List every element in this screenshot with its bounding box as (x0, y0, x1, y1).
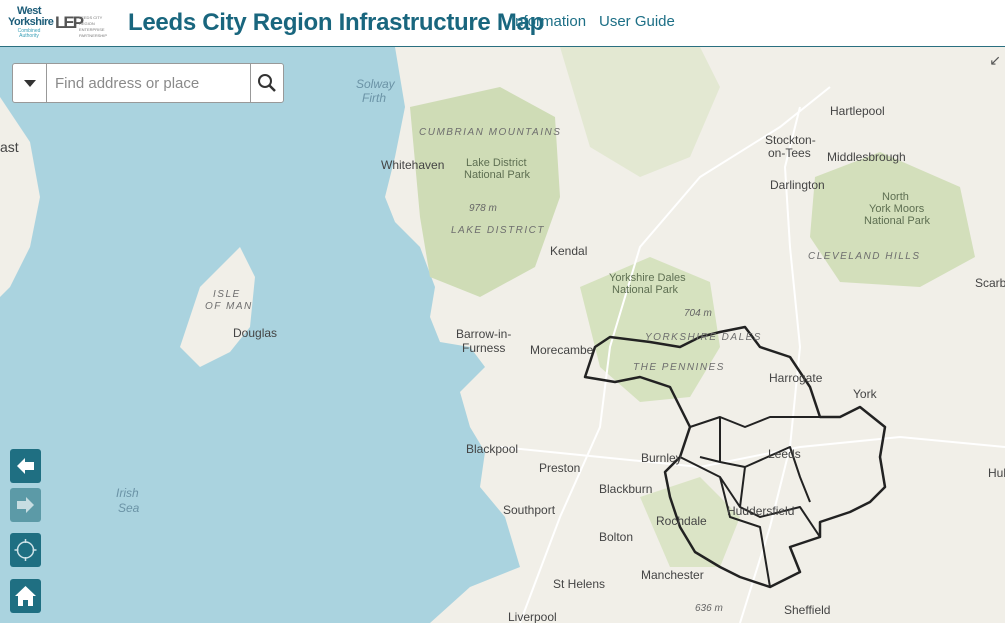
place-label-manchester: Manchester (641, 568, 704, 582)
nav-information-link[interactable]: Information (511, 13, 586, 30)
place-label-darlington: Darlington (770, 178, 825, 192)
expand-corner-icon[interactable]: ↙ (989, 52, 1001, 69)
park-label-nym-1: North (882, 191, 909, 203)
park-label-ydnp-2: National Park (612, 284, 679, 296)
place-label-on-tees: on-Tees (768, 146, 811, 160)
search-source-dropdown[interactable] (13, 64, 47, 102)
water-label-firth: Firth (362, 91, 386, 105)
place-label-whitehaven: Whitehaven (381, 158, 445, 172)
place-label-liverpool: Liverpool (508, 610, 557, 623)
region-label-the-pennines: THE PENNINES (633, 362, 725, 373)
search-widget (12, 63, 284, 103)
nav-user-guide-link[interactable]: User Guide (599, 13, 675, 30)
park-label-nym-3: National Park (864, 215, 931, 227)
place-label-blackburn: Blackburn (599, 482, 653, 496)
water-label-solway: Solway (356, 77, 395, 91)
place-label-blackpool: Blackpool (466, 442, 519, 456)
place-label-harrogate: Harrogate (769, 371, 823, 385)
place-label-hull: Hul (988, 466, 1005, 480)
region-label-isle: ISLE (213, 289, 241, 300)
logo-wy-main-text: West Yorkshire (8, 5, 54, 28)
place-label-bolton: Bolton (599, 530, 634, 544)
place-label-belfast: ast (0, 139, 19, 155)
lep-logo[interactable]: LEP LEEDS CITY REGION ENTERPRISE PARTNER… (55, 13, 115, 38)
logo-lep-text: LEEDS CITY REGION ENTERPRISE PARTNERSHIP (79, 15, 108, 38)
app-header: West Yorkshire Combined Authority LEP LE… (0, 0, 1005, 47)
place-label-burnley: Burnley (641, 451, 682, 465)
place-label-morecambe: Morecambe (530, 343, 594, 357)
water-label-irish: Irish (116, 486, 139, 500)
place-label-leeds: Leeds (768, 447, 801, 461)
place-label-st-helens: St Helens (553, 577, 606, 591)
locate-icon (14, 539, 37, 561)
logo-wy-sub-text: Combined Authority (17, 28, 41, 39)
logo-lep-mark: LEP (55, 13, 84, 32)
place-label-kendal: Kendal (550, 244, 588, 258)
search-icon (258, 74, 276, 92)
home-button[interactable] (10, 579, 41, 613)
page-title: Leeds City Region Infrastructure Map (128, 9, 544, 36)
locate-button[interactable] (10, 533, 41, 567)
water-label-sea: Sea (118, 501, 140, 515)
next-extent-button[interactable] (10, 488, 41, 522)
place-label-furness: Furness (462, 341, 506, 355)
region-label-cumbrian-mountains: CUMBRIAN MOUNTAINS (419, 127, 562, 138)
region-label-of-man: OF MAN (205, 301, 253, 312)
place-label-rochdale: Rochdale (656, 514, 707, 528)
arrow-right-icon (17, 497, 34, 513)
region-label-yorkshire-dales: YORKSHIRE DALES (645, 332, 762, 343)
caret-down-icon (24, 80, 36, 87)
place-label-barrow: Barrow-in- (456, 327, 512, 341)
place-label-hartlepool: Hartlepool (830, 104, 885, 118)
map-view[interactable]: Hartlepool Stockton- on-Tees Middlesbrou… (0, 47, 1005, 623)
park-label-lake-district-2: National Park (464, 169, 531, 181)
place-label-southport: Southport (503, 503, 556, 517)
park-label-lake-district-1: Lake District (466, 157, 527, 169)
elevation-label-636: 636 m (695, 603, 723, 614)
search-button[interactable] (250, 64, 283, 102)
elevation-label-978: 978 m (469, 203, 497, 214)
region-label-cleveland-hills: CLEVELAND HILLS (808, 251, 921, 262)
park-label-ydnp-1: Yorkshire Dales (609, 272, 686, 284)
place-label-preston: Preston (539, 461, 581, 475)
place-label-stockton: Stockton- (765, 133, 816, 147)
arrow-left-icon (17, 458, 34, 474)
elevation-label-704: 704 m (684, 308, 712, 319)
previous-extent-button[interactable] (10, 449, 41, 483)
place-label-middlesbrough: Middlesbrough (827, 150, 906, 164)
search-input[interactable] (55, 73, 245, 93)
place-label-huddersfield: Huddersfield (727, 504, 795, 518)
place-label-york: York (853, 387, 877, 401)
region-label-lake-district: LAKE DISTRICT (451, 225, 545, 236)
place-label-sheffield: Sheffield (784, 603, 831, 617)
park-label-nym-2: York Moors (869, 203, 925, 215)
place-label-scarborough: Scarb (975, 276, 1005, 290)
place-label-douglas: Douglas (233, 326, 278, 340)
home-icon (15, 586, 36, 606)
west-yorkshire-ca-logo[interactable]: West Yorkshire Combined Authority (8, 5, 54, 42)
